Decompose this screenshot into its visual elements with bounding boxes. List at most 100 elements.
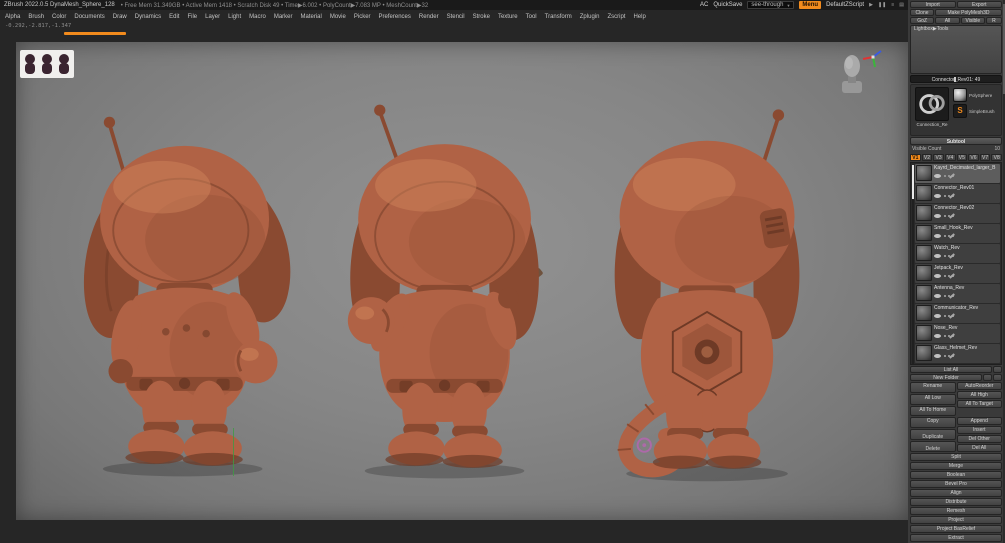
- menu-item[interactable]: File: [187, 14, 197, 20]
- polypaint-icon[interactable]: [944, 255, 946, 257]
- character-thumbnails-strip[interactable]: [20, 50, 74, 78]
- polysphere-tool-thumbnail[interactable]: [953, 88, 967, 102]
- visibility-tab[interactable]: V2: [921, 154, 933, 161]
- menu-item[interactable]: Zplugin: [580, 14, 600, 20]
- subpalette-button[interactable]: Split: [910, 453, 1002, 461]
- polypaint-icon[interactable]: [944, 355, 946, 357]
- default-zscript-button[interactable]: DefaultZScript: [826, 2, 864, 8]
- menu-toggle-button[interactable]: Menu: [799, 1, 822, 9]
- menu-item[interactable]: Picker: [354, 14, 371, 20]
- polypaint-icon[interactable]: [944, 195, 946, 197]
- subtool-scrollbar[interactable]: [912, 165, 914, 364]
- subpalette-button[interactable]: Merge: [910, 462, 1002, 470]
- menu-item[interactable]: Macro: [249, 14, 266, 20]
- play-icon[interactable]: ▶: [869, 2, 873, 8]
- menu-item[interactable]: Stencil: [447, 14, 465, 20]
- menu-item[interactable]: Transform: [545, 14, 572, 20]
- all-to-target-button[interactable]: All To Target: [956, 400, 1002, 408]
- subtool-item[interactable]: Watch_Rev: [915, 244, 1000, 263]
- eye-icon[interactable]: [934, 174, 941, 178]
- clone-button[interactable]: Clone: [910, 9, 934, 16]
- edit-icon[interactable]: [949, 273, 955, 279]
- visibility-tab[interactable]: V5: [956, 154, 968, 161]
- subtool-section-header[interactable]: Subtool: [910, 137, 1002, 145]
- tool-slider[interactable]: Connector_Rev01: 49: [910, 75, 1002, 83]
- menu-item[interactable]: Tool: [526, 14, 537, 20]
- sculpt-view-front-left[interactable]: [68, 97, 303, 482]
- menu-item[interactable]: Texture: [498, 14, 518, 20]
- all-high-button[interactable]: All High: [956, 391, 1002, 399]
- menu-item[interactable]: Zscript: [607, 14, 625, 20]
- visibility-tab[interactable]: V8: [991, 154, 1002, 161]
- eye-icon[interactable]: [934, 214, 941, 218]
- all-low-button[interactable]: All Low: [910, 393, 956, 405]
- visibility-tab[interactable]: V4: [944, 154, 956, 161]
- eye-icon[interactable]: [934, 294, 941, 298]
- folder-up-icon-button[interactable]: [983, 374, 992, 381]
- subtool-item[interactable]: Communicator_Rev: [915, 304, 1000, 323]
- polypaint-icon[interactable]: [944, 295, 946, 297]
- new-folder-button[interactable]: New Folder: [910, 374, 982, 381]
- edit-icon[interactable]: [949, 293, 955, 299]
- edit-icon[interactable]: [949, 173, 955, 179]
- lightbox-tools-button[interactable]: Lightbox▶Tools: [910, 25, 1002, 74]
- axis-gizmo[interactable]: [862, 46, 884, 68]
- edit-icon[interactable]: [949, 213, 955, 219]
- subpalette-button[interactable]: Extract: [910, 534, 1002, 542]
- auto-reorder-button[interactable]: AutoReorder: [956, 382, 1002, 390]
- menu-item[interactable]: Preferences: [379, 14, 411, 20]
- subpalette-button[interactable]: Align: [910, 489, 1002, 497]
- visibility-tab[interactable]: V7: [979, 154, 991, 161]
- ac-button[interactable]: AC: [700, 2, 708, 8]
- edit-icon[interactable]: [949, 353, 955, 359]
- eye-icon[interactable]: [934, 234, 941, 238]
- goz-button[interactable]: GoZ: [910, 17, 935, 24]
- menu-item[interactable]: Alpha: [5, 14, 20, 20]
- subpalette-button[interactable]: Project BasRelief: [910, 525, 1002, 533]
- menu-item[interactable]: Brush: [28, 14, 44, 20]
- polypaint-icon[interactable]: [944, 315, 946, 317]
- slider-notch[interactable]: [954, 77, 957, 82]
- eye-icon[interactable]: [934, 354, 941, 358]
- visibility-tab[interactable]: V1: [910, 154, 921, 161]
- list-icon[interactable]: ≡: [891, 2, 894, 8]
- edit-icon[interactable]: [949, 233, 955, 239]
- menu-item[interactable]: Draw: [113, 14, 127, 20]
- all-to-home-button[interactable]: All To Home: [910, 405, 956, 417]
- menu-item[interactable]: Documents: [74, 14, 104, 20]
- simplebrush-tool-thumbnail[interactable]: S: [953, 104, 967, 118]
- menu-item[interactable]: Help: [633, 14, 645, 20]
- renderable-toggle[interactable]: R: [985, 17, 1002, 24]
- del-all-button[interactable]: Del All: [956, 444, 1002, 452]
- del-other-button[interactable]: Del Other: [956, 435, 1002, 443]
- menu-item[interactable]: Material: [301, 14, 322, 20]
- goz-all-button[interactable]: All: [935, 17, 960, 24]
- subtool-item[interactable]: Connector_Rev01: [915, 184, 1000, 203]
- visibility-tab[interactable]: V3: [933, 154, 944, 161]
- polypaint-icon[interactable]: [944, 335, 946, 337]
- menu-item[interactable]: Stroke: [473, 14, 490, 20]
- visibility-tab[interactable]: V6: [968, 154, 979, 161]
- subpalette-button[interactable]: Distribute: [910, 498, 1002, 506]
- edit-icon[interactable]: [949, 313, 955, 319]
- subpalette-button[interactable]: Remesh: [910, 507, 1002, 515]
- menu-item[interactable]: Light: [228, 14, 241, 20]
- eye-icon[interactable]: [934, 254, 941, 258]
- grid-icon[interactable]: ▤: [899, 2, 904, 8]
- pause-icon[interactable]: ❚❚: [878, 2, 886, 8]
- export-button[interactable]: Export: [956, 1, 1002, 8]
- menu-item[interactable]: Marker: [274, 14, 293, 20]
- polypaint-icon[interactable]: [944, 275, 946, 277]
- polypaint-icon[interactable]: [944, 235, 946, 237]
- subpalette-button[interactable]: Bevel Pro: [910, 480, 1002, 488]
- polypaint-icon[interactable]: [944, 175, 946, 177]
- subtool-item[interactable]: Glass_Helmet_Rev: [915, 344, 1000, 363]
- goz-visible-button[interactable]: Visible: [960, 17, 985, 24]
- delete-button[interactable]: Delete: [910, 441, 956, 452]
- subtool-item[interactable]: Small_Hook_Rev: [915, 224, 1000, 243]
- sculpt-view-front[interactable]: [328, 99, 563, 484]
- menu-item[interactable]: Dynamics: [135, 14, 161, 20]
- subtool-item[interactable]: Jetpack_Rev: [915, 264, 1000, 283]
- polypaint-icon[interactable]: [944, 215, 946, 217]
- quicksave-button[interactable]: QuickSave: [713, 2, 742, 8]
